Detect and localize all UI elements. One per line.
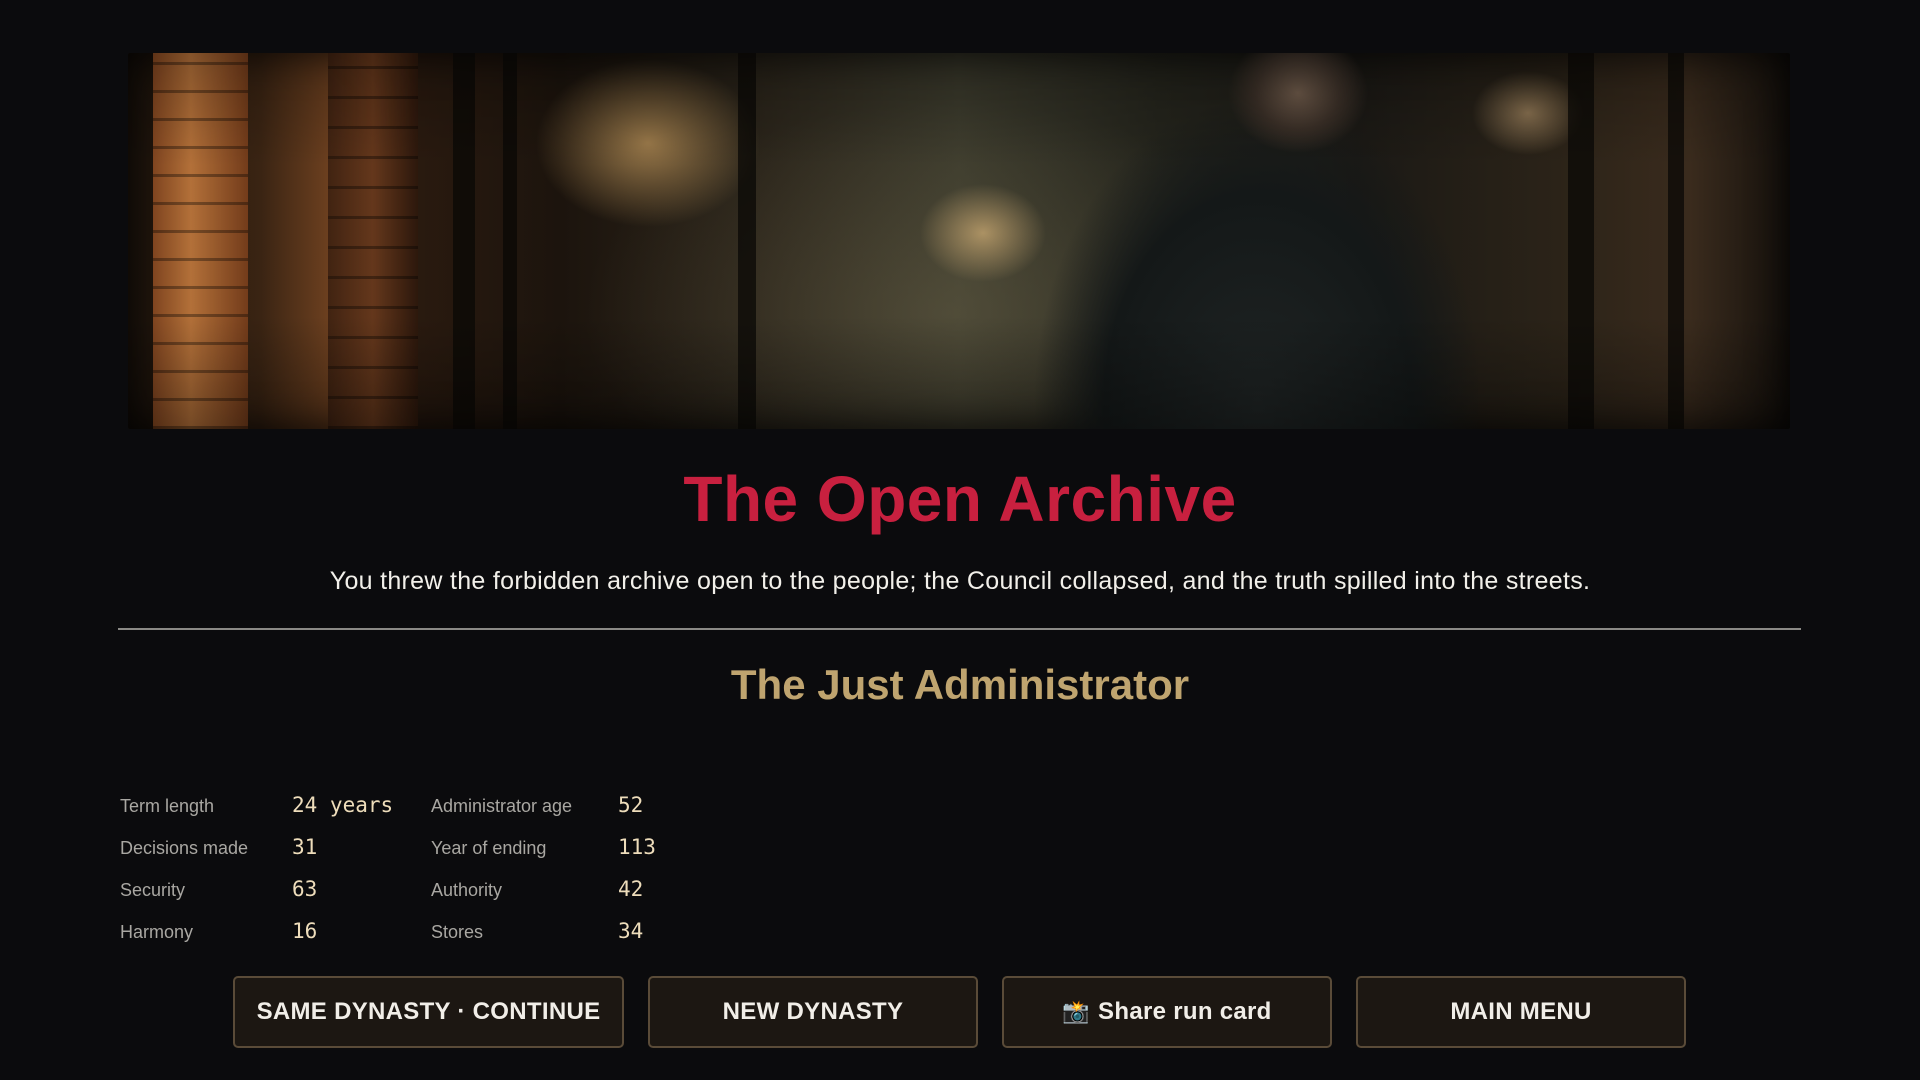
new-dynasty-button[interactable]: NEW DYNASTY [648, 976, 978, 1048]
harmony-label: Harmony [120, 922, 194, 942]
main-menu-label: MAIN MENU [1450, 998, 1592, 1025]
new-dynasty-label: NEW DYNASTY [722, 998, 904, 1025]
main-menu-button[interactable]: MAIN MENU [1356, 976, 1686, 1048]
share-run-card-button[interactable]: 📸 Share run card [1002, 976, 1332, 1048]
year-of-ending-label: Year of ending [431, 838, 547, 858]
same-dynasty-continue-label: SAME DYNASTY · CONTINUE [256, 998, 601, 1025]
camera-icon: 📸 [1062, 999, 1091, 1024]
administrator-age-value: 52 [618, 793, 644, 817]
authority-label: Authority [431, 880, 503, 900]
term-length-value: 24 years [292, 793, 394, 817]
decisions-made-label: Decisions made [120, 838, 249, 858]
decisions-made-value: 31 [292, 835, 318, 859]
stores-value: 34 [618, 919, 644, 943]
stores-label: Stores [431, 922, 484, 942]
security-value: 63 [292, 877, 318, 901]
divider [118, 628, 1801, 630]
same-dynasty-continue-button[interactable]: SAME DYNASTY · CONTINUE [233, 976, 624, 1048]
ending-description: You threw the forbidden archive open to … [329, 567, 1591, 595]
ending-rank: The Just Administrator [730, 661, 1190, 708]
term-length-label: Term length [120, 796, 215, 816]
share-run-card-label: Share run card [1098, 998, 1272, 1025]
authority-value: 42 [618, 877, 644, 901]
ending-screen: The Open Archive You threw the forbidden… [0, 0, 1920, 1080]
ending-title: The Open Archive [683, 463, 1237, 535]
ending-illustration [128, 53, 1790, 429]
action-buttons: SAME DYNASTY · CONTINUE NEW DYNASTY 📸 Sh… [0, 976, 1920, 1048]
administrator-age-label: Administrator age [431, 796, 573, 816]
harmony-value: 16 [292, 919, 318, 943]
security-label: Security [120, 880, 186, 900]
year-of-ending-value: 113 [618, 835, 656, 859]
